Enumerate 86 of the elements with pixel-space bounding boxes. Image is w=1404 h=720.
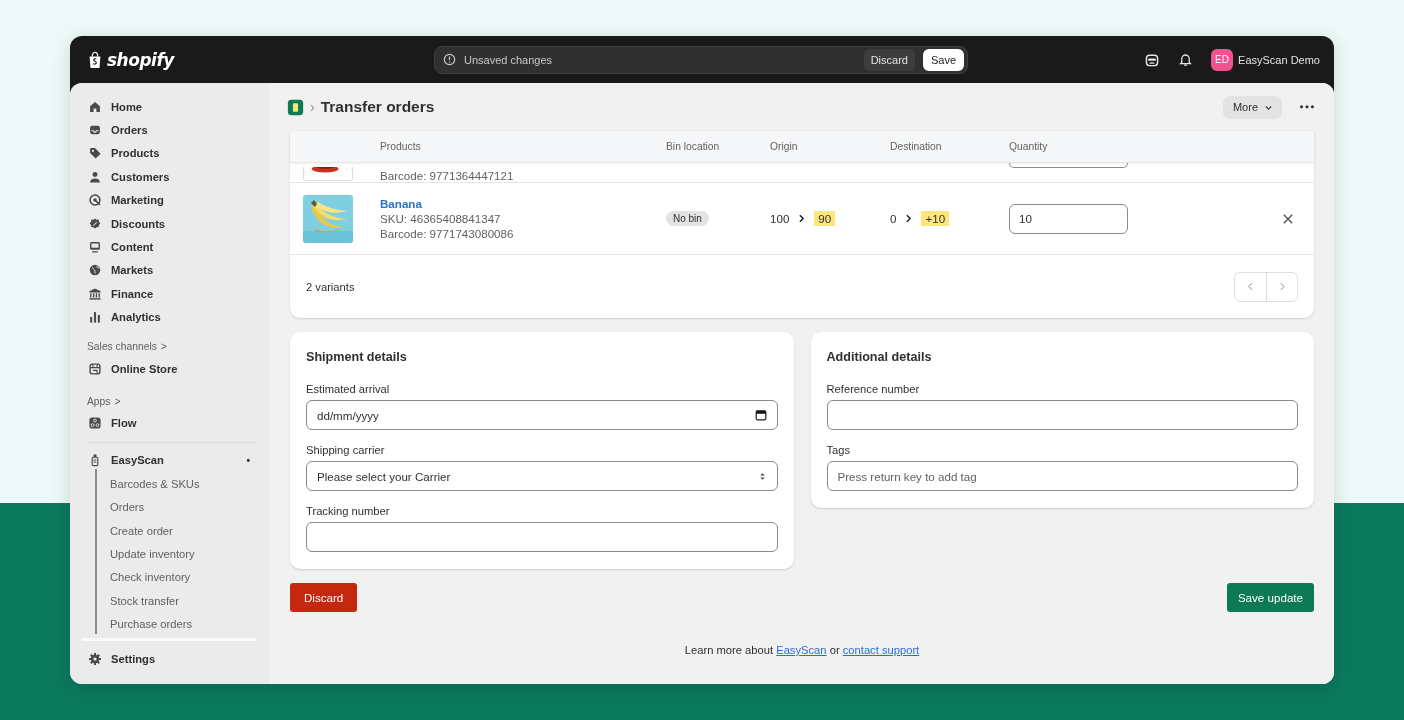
globe-icon [88, 263, 102, 278]
nav-item[interactable]: Orders [82, 118, 256, 142]
contact-support-link[interactable]: contact support [842, 644, 920, 656]
app-subitem[interactable]: Barcodes & SKUs [82, 472, 256, 496]
product-barcode: Barcode: 9771743080086 [380, 227, 515, 240]
field-label: Estimated arrival [306, 383, 391, 395]
chevron: > [160, 341, 167, 353]
nav-item[interactable]: Customers [82, 165, 256, 189]
nav-item[interactable]: Analytics [82, 305, 256, 329]
target-icon [88, 193, 102, 208]
app-subitem[interactable]: Stock transfer [82, 589, 256, 613]
destination-change: +10 [921, 211, 950, 226]
chevron: > [114, 395, 121, 407]
destination-quantity: 0 [890, 212, 897, 225]
discard-button[interactable]: Discard [863, 48, 915, 71]
notification-bell-icon [1178, 52, 1194, 67]
field-label: Reference number [826, 383, 921, 395]
input-field[interactable] [306, 522, 778, 552]
save-update-button[interactable]: Save update [1226, 583, 1314, 612]
nav-item[interactable]: Markets [82, 258, 256, 283]
breadcrumb-separator: › [310, 99, 315, 115]
section-heading[interactable]: Apps [87, 395, 111, 407]
nav-item[interactable]: Online Store [82, 356, 256, 381]
column-header: Origin [770, 141, 799, 152]
unsaved-changes-message: Unsaved changes [464, 53, 554, 66]
settings-item[interactable]: Settings [82, 646, 256, 671]
app-nav-item[interactable]: EasyScan • [82, 448, 256, 473]
nav-item[interactable]: Content [82, 235, 256, 259]
app-subitem[interactable]: Purchase orders [82, 612, 256, 636]
origin-new-quantity: 90 [814, 211, 836, 226]
discount-badge-icon [88, 216, 102, 231]
product-name-link[interactable]: Banana [380, 197, 666, 210]
tag-app-icon [287, 98, 304, 116]
nav-item[interactable]: Marketing [82, 188, 256, 212]
nav-item[interactable]: Home [82, 95, 256, 119]
monitor-icon [88, 240, 102, 255]
save-button[interactable]: Save [922, 48, 964, 71]
gear-icon [88, 651, 102, 666]
field-label: Tracking number [306, 505, 391, 517]
product-sku: SKU: 46365408841347 [380, 212, 502, 225]
page-title: Transfer orders [320, 98, 435, 116]
more-options-icon [1300, 105, 1314, 109]
section-heading[interactable]: Sales channels [87, 341, 157, 353]
nav-item[interactable]: Discounts [82, 211, 256, 236]
bin-badge: No bin [666, 211, 709, 226]
column-header: Bin location [666, 141, 721, 152]
input-field[interactable]: Press return key to add tag [826, 461, 1298, 491]
easyscan-link[interactable]: EasyScan [776, 644, 827, 656]
quantity-input[interactable]: 10 [1009, 203, 1128, 234]
select-arrows-icon [757, 470, 767, 482]
nav-item[interactable]: Flow [82, 411, 256, 435]
product-barcode: Barcode: 9771364447121 [380, 169, 515, 182]
robot-face-icon [1144, 51, 1161, 68]
date-placeholder: dd/mm/yyyy [317, 408, 379, 422]
app-subitem[interactable]: Check inventory [82, 565, 256, 590]
calendar-icon [754, 409, 767, 421]
card-title: Shipment details [306, 350, 408, 364]
card-title: Additional details [826, 350, 933, 364]
app-subitem[interactable]: Create order [82, 518, 256, 543]
alert-icon [443, 53, 456, 66]
nav-item[interactable]: Products [82, 141, 256, 166]
footer-text: Learn more about EasyScan or contact support [683, 644, 921, 656]
input-field[interactable] [826, 400, 1298, 430]
variant-count: 2 variants [306, 280, 355, 293]
person-icon [88, 169, 102, 184]
column-header: Products [380, 141, 422, 152]
tag-icon [88, 146, 102, 161]
app-subitem[interactable]: Update inventory [82, 542, 256, 566]
field-label: Shipping carrier [306, 444, 386, 456]
origin-quantity: 100 [770, 212, 790, 225]
column-header: Quantity [1009, 141, 1049, 152]
flow-icon [88, 416, 102, 430]
storefront-icon [88, 361, 102, 376]
bar-chart-icon [88, 310, 102, 325]
app-subitem[interactable]: Orders [82, 495, 256, 519]
carrier-select[interactable]: Please select your Carrier [306, 461, 778, 491]
nav-item[interactable]: Finance [82, 282, 256, 306]
date-field[interactable]: dd/mm/yyyy [306, 400, 778, 430]
column-header: Destination [890, 141, 943, 152]
more-actions-button[interactable]: More [1222, 95, 1282, 119]
status-dot: • [246, 454, 250, 466]
user-name: EasyScan Demo [1238, 53, 1320, 66]
discard-button[interactable]: Discard [290, 583, 358, 612]
field-label: Tags [826, 444, 852, 456]
brand-logo: shopify [107, 49, 174, 70]
bank-icon [88, 286, 102, 301]
